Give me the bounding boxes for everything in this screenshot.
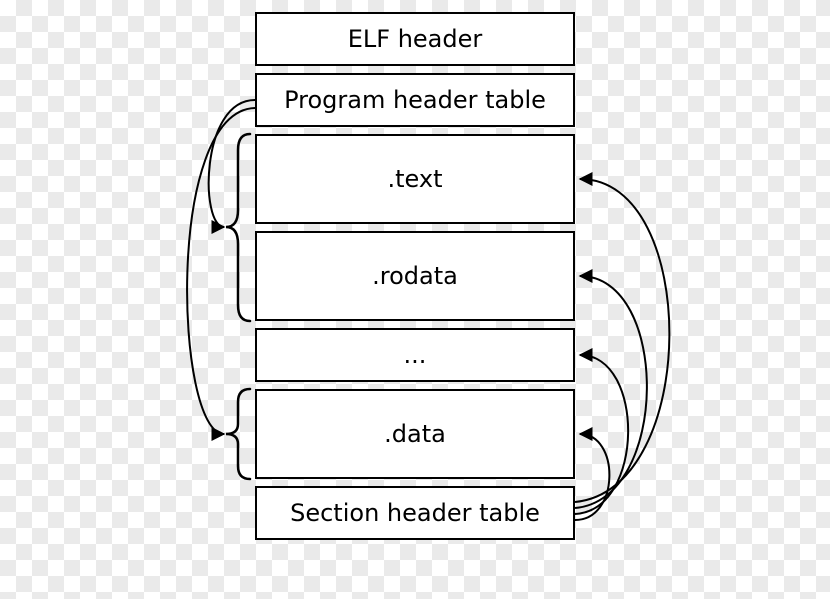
arrow-sht-to-text — [575, 179, 669, 502]
arrow-pht-to-upper-segment — [209, 100, 255, 227]
brace-left-lower — [226, 389, 250, 479]
brace-left-upper — [226, 134, 250, 321]
arrow-sht-to-rodata — [575, 276, 647, 508]
elf-layout-diagram: ELF header Program header table .text .r… — [0, 0, 830, 599]
arrow-pht-to-lower-segment — [187, 108, 255, 434]
arrows-overlay — [0, 0, 830, 599]
